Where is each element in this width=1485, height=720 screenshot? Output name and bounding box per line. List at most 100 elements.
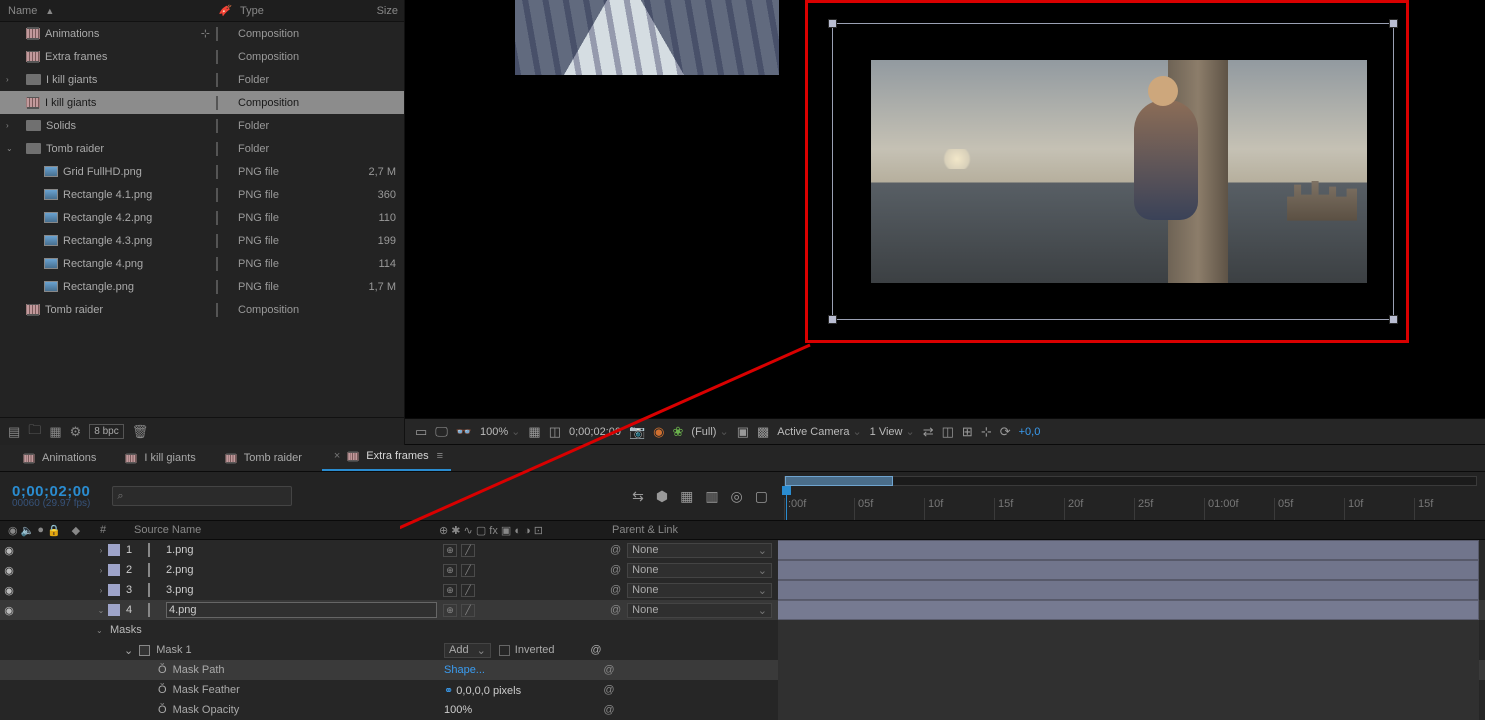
property-value[interactable]: 100% [444, 704, 594, 716]
project-item[interactable]: Animations⊹Composition [0, 22, 404, 45]
layer-bar[interactable] [778, 540, 1479, 560]
pickwhip-icon[interactable]: @ [594, 664, 624, 676]
project-item[interactable]: Rectangle.pngPNG file1,7 M [0, 275, 404, 298]
label-color[interactable] [216, 96, 218, 110]
layer-bounding-box[interactable] [832, 23, 1394, 320]
project-item[interactable]: ›SolidsFolder [0, 114, 404, 137]
transform-handle-tr[interactable] [1389, 19, 1398, 28]
expand-toggle[interactable]: › [94, 586, 108, 595]
stopwatch-icon[interactable]: Ŏ [158, 704, 167, 716]
shy-switch[interactable]: ⊕ [443, 604, 457, 617]
layer-switches[interactable]: ⊕╱ [437, 564, 602, 577]
collapse-switch[interactable]: ╱ [461, 584, 475, 597]
camera-dropdown[interactable]: Active Camera⌄ [777, 425, 861, 438]
col-source-name[interactable]: Source Name [134, 524, 439, 536]
snapshot-icon[interactable]: 📷 [629, 424, 645, 440]
motion-blur-icon[interactable]: ▥ [705, 488, 718, 505]
layer-bar[interactable] [778, 600, 1479, 620]
label-color[interactable] [108, 564, 120, 576]
graph-editor-icon[interactable]: ◎ [731, 488, 743, 505]
visibility-toggle[interactable]: ◉ [0, 564, 18, 577]
resolution-dropdown[interactable]: (Full)⌄ [691, 425, 728, 438]
collapse-switch[interactable]: ╱ [461, 564, 475, 577]
visibility-toggle[interactable]: ◉ [0, 604, 18, 617]
timeline-tab[interactable]: ×Extra frames≡ [322, 446, 451, 471]
bpc-toggle[interactable]: 8 bpc [89, 424, 123, 439]
interpret-footage-icon[interactable]: ▤ [8, 424, 20, 440]
label-color[interactable] [216, 142, 218, 156]
project-item[interactable]: I kill giantsComposition [0, 91, 404, 114]
layer-bar[interactable] [778, 560, 1479, 580]
parent-dropdown[interactable]: None⌄ [627, 603, 772, 618]
playhead[interactable] [786, 486, 787, 520]
stopwatch-icon[interactable]: Ŏ [158, 684, 167, 696]
label-color[interactable] [216, 73, 218, 87]
timeline-icon[interactable]: ⊞ [962, 424, 973, 440]
magnify-icon[interactable]: ▭ [415, 424, 427, 440]
label-color[interactable] [216, 188, 218, 202]
project-item[interactable]: ⌄Tomb raiderFolder [0, 137, 404, 160]
time-ruler-area[interactable]: :00f05f10f15f20f25f01:00f05f10f15f [780, 472, 1485, 520]
shy-switch[interactable]: ⊕ [443, 564, 457, 577]
pickwhip-icon[interactable]: @ [590, 644, 601, 656]
label-color[interactable] [216, 27, 218, 41]
label-color[interactable] [216, 119, 218, 133]
expand-toggle[interactable]: ⌄ [6, 144, 16, 153]
timeline-tab[interactable]: I kill giants [116, 448, 203, 471]
expand-icon[interactable]: ⌄ [96, 626, 110, 635]
draft3d-icon[interactable]: ⬢ [656, 488, 668, 505]
project-item[interactable]: Extra framesComposition [0, 45, 404, 68]
collapse-switch[interactable]: ╱ [461, 604, 475, 617]
navigator-handle[interactable] [785, 476, 893, 486]
mask-color-swatch[interactable] [139, 645, 150, 656]
project-columns-header[interactable]: Name▲ 🔖 Type Size [0, 0, 404, 22]
timeline-tab[interactable]: Tomb raider [216, 448, 310, 471]
expand-toggle[interactable]: › [6, 75, 16, 84]
layer-switches[interactable]: ⊕╱ [437, 544, 602, 557]
current-time[interactable]: 0;00;02;00 [569, 426, 621, 438]
pickwhip-icon[interactable]: @ [610, 544, 621, 556]
frame-blend-icon[interactable]: ▦ [680, 488, 693, 505]
label-color[interactable] [108, 544, 120, 556]
col-number[interactable]: # [94, 524, 134, 536]
channels-icon[interactable]: ◉ [653, 424, 664, 440]
label-color[interactable] [216, 165, 218, 179]
layer-search-input[interactable]: ⌕ [112, 486, 292, 506]
mask-name[interactable]: Mask 1 [156, 644, 191, 656]
layer-name[interactable]: 4.png [166, 602, 437, 618]
property-value[interactable]: ⚭ 0,0,0,0 pixels [444, 684, 594, 697]
tab-menu-icon[interactable]: ≡ [437, 450, 443, 462]
trash-icon[interactable]: 🗑 [132, 424, 149, 440]
col-type[interactable]: Type [240, 5, 348, 17]
settings-icon[interactable]: ⚙ [70, 424, 82, 440]
visibility-toggle[interactable]: ◉ [0, 584, 18, 597]
timeline-tab[interactable]: Animations [14, 448, 104, 471]
project-item[interactable]: Rectangle 4.pngPNG file114 [0, 252, 404, 275]
project-item[interactable]: ›I kill giantsFolder [0, 68, 404, 91]
search-field[interactable] [124, 489, 288, 504]
visibility-toggle[interactable]: ◉ [0, 544, 18, 557]
comp-mini-flow-icon[interactable]: ⇆ [632, 488, 644, 505]
grid-icon[interactable]: ▦ [528, 424, 540, 440]
timeline-tracks[interactable] [778, 540, 1479, 717]
label-color[interactable] [216, 280, 218, 294]
project-item[interactable]: Rectangle 4.1.pngPNG file360 [0, 183, 404, 206]
pickwhip-icon[interactable]: @ [610, 564, 621, 576]
property-value[interactable]: Shape... [444, 664, 594, 676]
expand-toggle[interactable]: › [6, 121, 16, 130]
share-view-icon[interactable]: ⇄ [923, 424, 934, 440]
col-name[interactable]: Name▲ [8, 5, 218, 17]
color-mgmt-icon[interactable]: ❀ [673, 424, 684, 440]
label-color[interactable] [216, 211, 218, 225]
views-dropdown[interactable]: 1 View⌄ [870, 425, 915, 438]
screen-icon[interactable]: 🖵 [435, 424, 448, 440]
parent-dropdown[interactable]: None⌄ [627, 583, 772, 598]
transform-handle-bl[interactable] [828, 315, 837, 324]
label-icon[interactable]: ◆ [72, 524, 80, 537]
solo-icon[interactable]: ● [37, 524, 44, 537]
expand-toggle[interactable]: ⌄ [94, 606, 108, 615]
roi-icon[interactable]: ▣ [737, 424, 749, 440]
collapse-switch[interactable]: ╱ [461, 544, 475, 557]
pickwhip-icon[interactable]: @ [594, 684, 624, 696]
mask-inverted-checkbox[interactable]: Inverted [499, 644, 555, 656]
